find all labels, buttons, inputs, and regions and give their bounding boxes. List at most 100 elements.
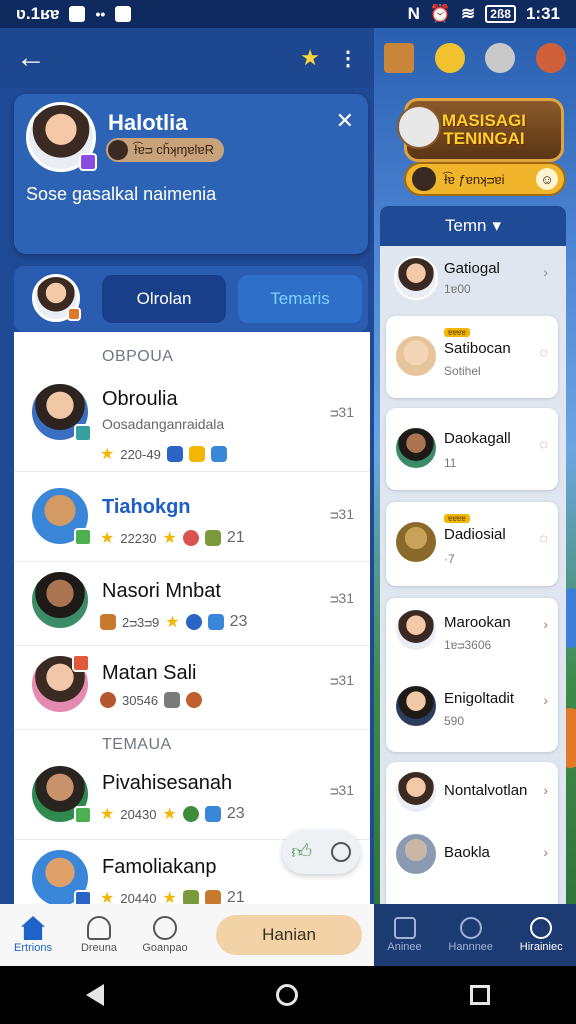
friend-item[interactable]: ɐɐɐɐ Satibocan Sotihel ◌ <box>386 316 558 398</box>
count: 23 <box>229 613 248 630</box>
star-icon: ★ <box>162 806 177 823</box>
event-banner[interactable]: MASISAGI TENINGAI <box>397 98 564 162</box>
contact-subtitle: Oosadanganraidala <box>102 416 225 432</box>
more-options-icon[interactable]: ⋮ <box>338 46 358 71</box>
chat-bubble-icon[interactable] <box>330 842 351 862</box>
friend-badge: ɐɐɐɐ <box>444 514 470 523</box>
chat-icon[interactable]: ◌ <box>540 530 548 546</box>
meta-value: 220-49 <box>120 446 161 462</box>
shop-icon[interactable] <box>384 43 415 73</box>
friend-avatar <box>394 426 438 470</box>
contact-meta: 2ᴝ3ᴝ9 ★ 23 <box>100 612 247 632</box>
chevron-right-icon: › <box>543 264 548 280</box>
chip-label: Ɨ͡ɐᴝ cȟʞɱɐlɐR <box>134 142 215 157</box>
chevron-right-icon[interactable]: › <box>543 782 548 798</box>
list-item[interactable]: Pivahisesanah ★ 20430 ★ 23 ᴝ31 <box>14 758 370 840</box>
close-icon[interactable]: ✕ <box>336 108 354 134</box>
side-nav-label: Aninee <box>387 941 422 953</box>
tool-icon <box>164 692 181 708</box>
emoji-icon[interactable] <box>434 43 465 73</box>
chevron-right-icon[interactable]: › <box>543 844 548 860</box>
timestamp: ᴝ31 <box>330 590 354 606</box>
alarm-icon: ⏰ <box>429 4 452 23</box>
top-bar: ← ★ ⋮ <box>0 28 374 88</box>
timestamp: ᴝ31 <box>330 782 354 798</box>
banner-mascot <box>397 105 441 149</box>
contact-name: Matan Sali <box>102 662 197 684</box>
profile-chip[interactable]: Ɨ͡ɐᴝ cȟʞɱɐlɐR <box>106 138 225 162</box>
tab-chats[interactable]: Olrolan <box>102 275 226 323</box>
contact-name: Nasori Mnbat <box>102 580 221 602</box>
pill-avatar <box>412 167 436 191</box>
meta-value: 2ᴝ3ᴝ9 <box>122 614 160 630</box>
contact-avatar <box>30 382 92 442</box>
favorite-star-icon[interactable]: ★ <box>300 45 320 71</box>
nav-home[interactable]: Ertrions <box>0 916 66 954</box>
side-panel: MASISAGI TENINGAI Ɨ͡ɐ ƒɐnʞᴝɐi ☺ Temn ▾ G… <box>374 28 576 966</box>
status-right-time: 1:31 <box>525 4 560 23</box>
contact-avatar <box>30 848 92 908</box>
friend-item[interactable]: ɐɐɐɐ Dadiosial ·7 ◌ <box>386 502 558 586</box>
list-item[interactable]: Nasori Mnbat 2ᴝ3ᴝ9 ★ 23 ᴝ31 <box>14 564 370 646</box>
friend-badge: ɐɐɐɐ <box>444 328 470 337</box>
contact-meta: ★ 20430 ★ 23 <box>100 804 245 824</box>
side-nav-label: Hirainiec <box>519 941 563 953</box>
status-time: ʋ.1ʁɐ <box>16 4 60 23</box>
side-nav-label: Hannnee <box>448 941 494 953</box>
avatar-badge-icon <box>74 424 92 442</box>
friends-header[interactable]: Temn ▾ <box>380 206 566 246</box>
bag-icon <box>210 446 227 462</box>
thumbs-up-icon[interactable]: 👍︎ <box>291 840 312 864</box>
friend-item[interactable]: Gatiogal 1ɐ00 › <box>386 250 558 310</box>
nav-clock[interactable]: Goanpao <box>132 916 198 954</box>
chat-icon[interactable]: ◌ <box>540 436 548 452</box>
chevron-right-icon[interactable]: › <box>543 616 548 632</box>
notification-icon <box>69 6 86 22</box>
chip-avatar <box>108 140 128 160</box>
tab-row: Olrolan Temaris <box>14 266 368 332</box>
friend-sub: 11 <box>444 456 457 470</box>
more-notifications-icon: •• <box>95 6 106 22</box>
back-arrow-icon[interactable]: ← <box>16 43 46 73</box>
star-icon: ★ <box>165 614 180 631</box>
friend-avatar[interactable] <box>394 770 438 814</box>
count: 23 <box>226 805 245 822</box>
friend-avatar[interactable] <box>394 832 438 876</box>
star-icon: ★ <box>100 806 115 823</box>
tab-avatar[interactable] <box>32 274 81 322</box>
tree-icon <box>182 806 199 822</box>
chat-icon[interactable]: ◌ <box>540 344 548 360</box>
chevron-right-icon[interactable]: › <box>543 692 548 708</box>
gold-pill[interactable]: Ɨ͡ɐ ƒɐnʞᴝɐi ☺ <box>404 162 566 196</box>
avatar-badge-icon <box>74 528 92 546</box>
friend-avatar <box>394 520 438 564</box>
contact-avatar <box>30 764 92 824</box>
contact-meta: 30546 <box>100 692 203 708</box>
friend-avatar[interactable] <box>394 608 438 652</box>
list-item[interactable]: Matan Sali 30546 ᴝ31 <box>14 648 370 730</box>
help-icon[interactable] <box>485 43 516 73</box>
friend-avatar[interactable] <box>394 684 438 728</box>
list-item[interactable]: Tiahokgn ★ 22230 ★ 21 ᴝ31 <box>14 478 370 562</box>
list-item[interactable]: Obroulia Oosadanganraidala ★ 220-49 ᴝ31 <box>14 374 370 472</box>
search-icon <box>530 917 553 939</box>
friend-item[interactable]: Daokagall 11 ◌ <box>386 408 558 490</box>
back-icon[interactable] <box>86 984 104 1006</box>
character-icon <box>204 530 221 546</box>
contact-name: Obroulia <box>102 388 178 410</box>
nav-profile[interactable]: Dreuna <box>66 916 132 954</box>
friend-name: Daokagall <box>444 430 511 447</box>
side-nav-item[interactable]: Hannnee <box>448 917 493 953</box>
recents-icon[interactable] <box>470 985 490 1005</box>
home-button-icon[interactable] <box>276 984 298 1006</box>
time-icon <box>459 917 482 939</box>
side-nav-item[interactable]: Aninee <box>387 917 422 953</box>
character-icon[interactable] <box>535 43 566 73</box>
section-header: TEMAUA <box>102 736 172 753</box>
friend-sub: ·7 <box>444 552 455 566</box>
friend-group: Nontalvotlan › Baokla › <box>386 762 558 912</box>
side-nav-item[interactable]: Hirainiec <box>520 917 563 953</box>
tab-friends[interactable]: Temaris <box>238 275 362 323</box>
profile-avatar[interactable] <box>26 102 97 172</box>
cta-button[interactable]: Hanian <box>216 915 362 955</box>
